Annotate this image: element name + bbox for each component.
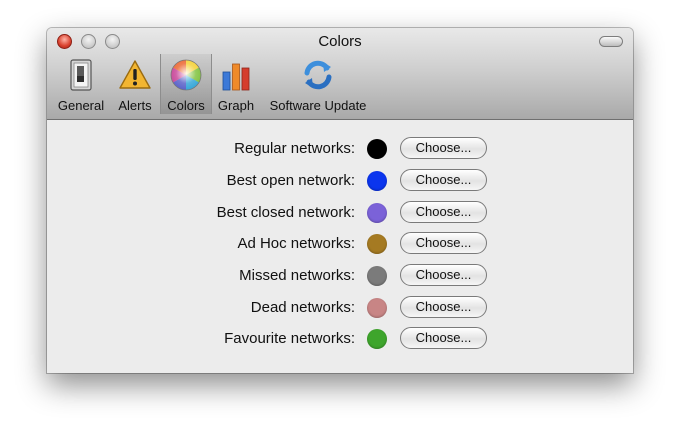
color-row-dead: Dead networks: Choose... — [47, 296, 633, 320]
color-swatch — [367, 329, 387, 349]
color-row-label: Missed networks: — [239, 267, 355, 284]
color-row-label: Best open network: — [226, 172, 355, 189]
color-row-label: Dead networks: — [250, 299, 355, 316]
preferences-window: Colors General Alerts Colors Graph Softw… — [47, 28, 633, 373]
toolbar-toggle-button[interactable] — [599, 36, 623, 47]
color-row-missed: Missed networks: Choose... — [47, 264, 633, 288]
choose-color-button[interactable]: Choose... — [400, 137, 487, 159]
tab-software-update[interactable]: Software Update — [263, 54, 373, 114]
choose-color-button[interactable]: Choose... — [400, 232, 487, 254]
tab-colors-label: Colors — [167, 98, 205, 113]
choose-color-button[interactable]: Choose... — [400, 201, 487, 223]
color-swatch — [367, 298, 387, 318]
color-row-label: Regular networks: — [234, 140, 355, 157]
choose-color-button[interactable]: Choose... — [400, 296, 487, 318]
color-row-regular: Regular networks: Choose... — [47, 137, 633, 161]
color-swatch — [367, 203, 387, 223]
color-swatch — [367, 234, 387, 254]
switch-icon — [70, 59, 92, 91]
refresh-icon — [304, 60, 332, 90]
tab-software-update-label: Software Update — [269, 98, 367, 113]
color-row-favourite: Favourite networks: Choose... — [47, 327, 633, 351]
color-row-label: Best closed network: — [216, 204, 355, 221]
color-row-label: Ad Hoc networks: — [237, 235, 355, 252]
color-row-best-open: Best open network: Choose... — [47, 169, 633, 193]
color-swatch — [367, 139, 387, 159]
choose-color-button[interactable]: Choose... — [400, 264, 487, 286]
color-swatch — [367, 171, 387, 191]
color-wheel-icon — [170, 59, 202, 91]
choose-color-button[interactable]: Choose... — [400, 169, 487, 191]
tab-alerts[interactable]: Alerts — [111, 54, 159, 114]
tab-general-label: General — [57, 98, 105, 113]
color-row-best-closed: Best closed network: Choose... — [47, 201, 633, 225]
color-row-label: Favourite networks: — [224, 330, 355, 347]
toolbar: Colors General Alerts Colors Graph Softw… — [47, 28, 633, 120]
window-title: Colors — [318, 33, 362, 50]
bar-chart-icon — [222, 63, 250, 91]
choose-color-button[interactable]: Choose... — [400, 327, 487, 349]
tab-graph-label: Graph — [217, 98, 255, 113]
tab-alerts-label: Alerts — [118, 98, 152, 113]
color-swatch — [367, 266, 387, 286]
warning-icon — [119, 60, 151, 89]
tab-colors[interactable]: Colors — [160, 54, 212, 114]
tab-general[interactable]: General — [55, 54, 107, 114]
tab-graph[interactable]: Graph — [213, 54, 259, 114]
color-row-ad-hoc: Ad Hoc networks: Choose... — [47, 232, 633, 256]
